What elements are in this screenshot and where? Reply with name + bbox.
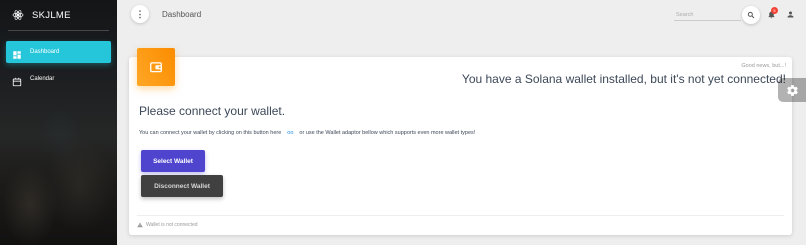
person-icon[interactable]	[786, 10, 795, 19]
sidebar: SKJLME Dashboard Calendar	[0, 0, 117, 245]
page-title: Dashboard	[162, 10, 202, 19]
inline-wallet-link[interactable]: oo	[287, 130, 293, 136]
disconnect-wallet-button[interactable]: Disconnect Wallet	[141, 175, 223, 197]
sidebar-nav: Dashboard Calendar	[0, 41, 117, 90]
dashboard-icon	[12, 47, 22, 59]
react-atom-icon	[12, 9, 24, 21]
wallet-card: Good news, but...! You have a Solana wal…	[129, 48, 792, 235]
search-input[interactable]	[674, 9, 741, 21]
sidebar-item-calendar[interactable]: Calendar	[6, 68, 111, 90]
description-text: or use the Wallet adaptor bellow which s…	[299, 130, 476, 136]
sidebar-toggle-button[interactable]: ⋮	[131, 5, 149, 23]
warning-icon	[137, 222, 143, 228]
select-wallet-button[interactable]: Select Wallet	[141, 150, 205, 172]
wallet-status: Wallet is not connected	[146, 222, 198, 228]
card-footer: Wallet is not connected	[137, 215, 784, 228]
notification-badge: 5	[771, 7, 778, 14]
search-button[interactable]	[742, 6, 760, 24]
wallet-icon	[137, 48, 175, 86]
description-text: You can connect your wallet by clicking …	[139, 130, 282, 136]
sidebar-item-dashboard[interactable]: Dashboard	[6, 41, 111, 63]
topbar: ⋮ Dashboard 5	[117, 0, 806, 30]
settings-button[interactable]	[778, 78, 806, 102]
brand-name: SKJLME	[32, 9, 71, 21]
card-description: You can connect your wallet by clicking …	[139, 130, 475, 136]
gear-icon	[786, 84, 798, 96]
more-vert-icon: ⋮	[135, 8, 145, 19]
sidebar-item-label: Calendar	[30, 76, 55, 82]
sidebar-item-label: Dashboard	[30, 49, 60, 55]
card-category: Good news, but...!	[741, 63, 786, 69]
search-icon	[747, 11, 755, 19]
section-title: Please connect your wallet.	[139, 104, 286, 118]
sidebar-divider	[8, 30, 109, 31]
calendar-icon	[12, 74, 22, 87]
brand[interactable]: SKJLME	[0, 0, 117, 30]
card-headline: You have a Solana wallet installed, but …	[461, 72, 786, 86]
